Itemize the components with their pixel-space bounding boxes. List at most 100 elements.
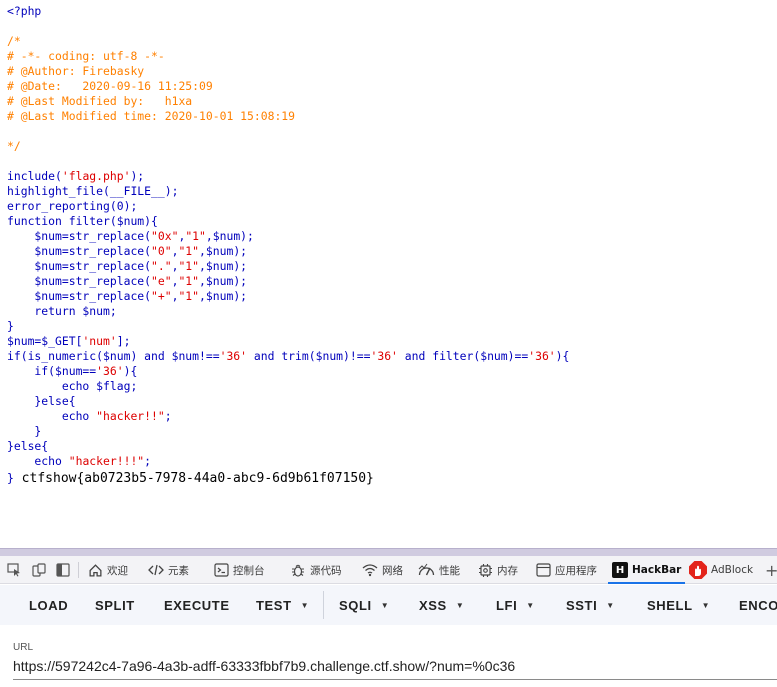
tab-performance[interactable]: 性能 (418, 556, 460, 584)
caret-down-icon: ▼ (701, 600, 711, 610)
caret-down-icon: ▼ (380, 600, 390, 610)
ssti-menu-button[interactable]: SSTI ▼ (566, 585, 615, 625)
code-token: # @Last Modified time: 2020-10-01 15:08:… (7, 109, 296, 123)
code-line: $num=str_replace(".","1",$num); (7, 259, 247, 274)
caret-down-icon: ▼ (526, 600, 535, 610)
tab-console-label: 控制台 (233, 564, 265, 577)
home-icon (89, 563, 102, 576)
tab-network[interactable]: 网络 (362, 556, 403, 584)
code-line: echo $flag; (7, 379, 137, 394)
code-token: '36' (370, 349, 398, 363)
tab-memory-label: 内存 (497, 564, 518, 577)
code-token: echo $flag; (7, 379, 138, 393)
tab-memory[interactable]: 内存 (478, 556, 518, 584)
code-token: '36' (528, 349, 556, 363)
code-token: include( (7, 169, 62, 183)
code-token: "+" (151, 289, 172, 303)
code-token: error_reporting(0); (7, 199, 138, 213)
code-token: ,$num); (199, 289, 248, 303)
code-line: if($num=='36'){ (7, 364, 137, 379)
more-tabs-button[interactable]: + (765, 556, 777, 584)
code-token: # -*- coding: utf-8 -*- (7, 49, 165, 63)
code-line: function filter($num){ (7, 214, 158, 229)
execute-button[interactable]: EXECUTE (164, 585, 230, 625)
code-token: # @Date: 2020-09-16 11:25:09 (7, 79, 213, 93)
code-token: "." (151, 259, 172, 273)
code-line: # @Last Modified time: 2020-10-01 15:08:… (7, 109, 295, 124)
xss-menu-button[interactable]: XSS ▼ (419, 585, 464, 625)
test-menu-label: TEST (256, 597, 292, 613)
code-line: $num=str_replace("e","1",$num); (7, 274, 247, 289)
test-menu-button[interactable]: TEST ▼ (256, 585, 309, 625)
tab-hackbar[interactable]: H HackBar (608, 556, 686, 584)
code-token: '36' (219, 349, 248, 363)
load-button[interactable]: LOAD (29, 585, 68, 625)
code-token: 'num' (82, 334, 117, 348)
code-token: $num=str_replace( (7, 274, 152, 288)
console-icon (214, 563, 229, 577)
tab-sources[interactable]: 源代码 (290, 556, 342, 584)
code-token: ,$num); (205, 229, 254, 243)
code-token: '36' (96, 364, 124, 378)
code-token: }else{ (7, 394, 76, 408)
code-brackets-icon (148, 564, 164, 576)
execute-button-label: EXECUTE (164, 597, 230, 613)
code-token: ]; (116, 334, 131, 348)
flag-output: ctfshow{ab0723b5-7978-44a0-abc9-6d9b61f0… (13, 471, 374, 486)
toolbar-divider (323, 591, 324, 619)
code-line: # @Author: Firebasky (7, 64, 144, 79)
code-line: # @Last Modified by: h1xa (7, 94, 192, 109)
url-underline (13, 679, 777, 680)
code-line: }else{ (7, 394, 76, 409)
url-section: URL (0, 625, 777, 687)
memory-chip-icon (479, 563, 492, 577)
code-token: }else{ (7, 439, 49, 453)
code-token: "hacker!!!" (68, 454, 145, 468)
code-token: "1" (185, 229, 206, 243)
code-token: ){ (555, 349, 570, 363)
tab-elements-label: 元素 (168, 564, 189, 577)
code-token: /* (7, 34, 21, 48)
split-button[interactable]: SPLIT (95, 585, 135, 625)
code-line: <?php (7, 4, 41, 19)
code-token: "1" (178, 244, 200, 258)
device-toolbar-icon[interactable] (30, 561, 47, 578)
load-button-label: LOAD (29, 597, 69, 613)
code-line: echo "hacker!!"; (7, 409, 172, 424)
code-token: ,$num); (199, 259, 248, 273)
tab-welcome[interactable]: 欢迎 (88, 556, 128, 584)
code-token: $num=str_replace( (7, 289, 152, 303)
tab-welcome-label: 欢迎 (107, 564, 128, 577)
code-token: echo (7, 454, 69, 468)
code-token: and trim($num)!== (247, 349, 371, 363)
code-line: $num=str_replace("0","1",$num); (7, 244, 247, 259)
dock-side-icon[interactable] (54, 561, 71, 578)
tab-console[interactable]: 控制台 (214, 556, 265, 584)
devtools-resize-handle[interactable] (0, 548, 777, 556)
url-input[interactable] (13, 655, 773, 677)
code-token: ){ (123, 364, 138, 378)
tab-application[interactable]: 应用程序 (536, 556, 597, 584)
code-token: $num=str_replace( (7, 229, 152, 243)
performance-gauge-icon (418, 563, 435, 576)
tab-sources-label: 源代码 (310, 564, 342, 577)
code-token: and filter($num)== (397, 349, 529, 363)
tab-adblock[interactable]: AdBlock (689, 556, 753, 584)
sqli-menu-button[interactable]: SQLI ▼ (339, 585, 389, 625)
shell-menu-button[interactable]: SHELL ▼ (647, 585, 710, 625)
code-line: } (7, 319, 14, 334)
caret-down-icon: ▼ (300, 600, 310, 610)
code-token: # @Last Modified by: h1xa (7, 94, 193, 108)
php-source-view: <?php /* # -*- coding: utf-8 -*- # @Author:… (0, 0, 777, 548)
inspect-element-icon[interactable] (5, 561, 22, 578)
code-token: # @Author: Firebasky (7, 64, 145, 78)
application-window-icon (536, 563, 551, 577)
code-line: $num=str_replace("+","1",$num); (7, 289, 247, 304)
code-line: echo "hacker!!!"; (7, 454, 151, 469)
lfi-menu-button[interactable]: LFI ▼ (496, 585, 535, 625)
lfi-menu-label: LFI (496, 597, 518, 613)
tab-elements[interactable]: 元素 (148, 556, 189, 584)
code-line: if(is_numeric($num) and $num!=='36' and … (7, 349, 569, 364)
code-token: "0" (151, 244, 172, 258)
encoding-menu-button[interactable]: ENCO (739, 585, 777, 625)
